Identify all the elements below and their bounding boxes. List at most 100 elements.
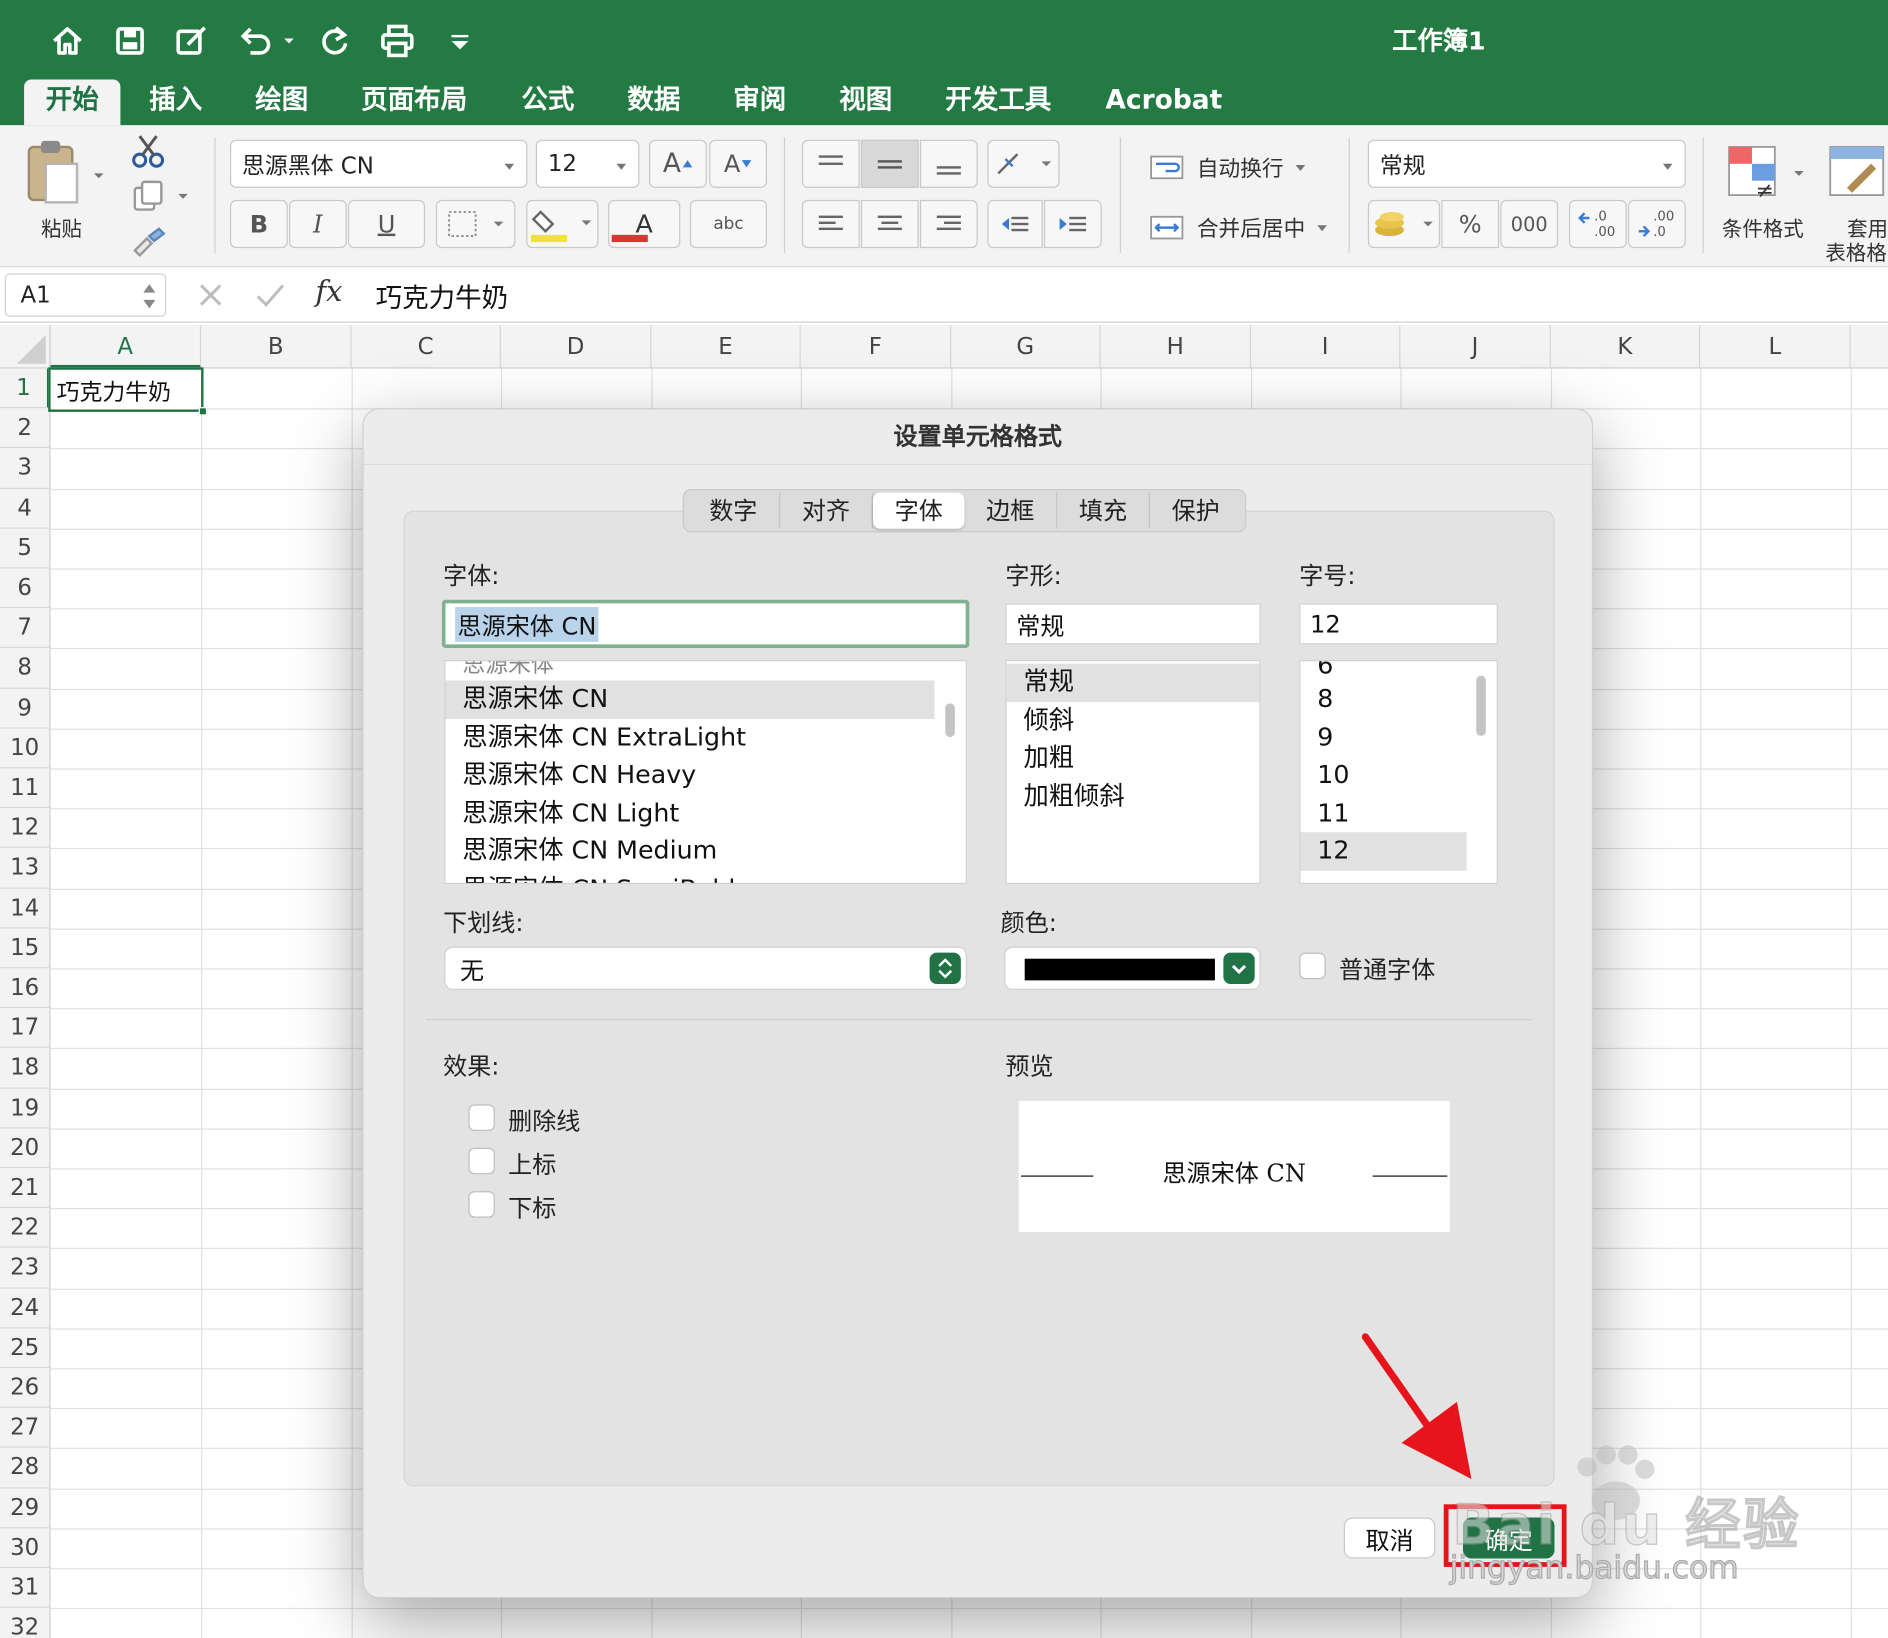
font-color-button[interactable]: A — [608, 199, 681, 249]
thousands-button[interactable]: 000 — [1500, 199, 1559, 249]
row-header-17[interactable]: 17 — [0, 1008, 51, 1049]
tab-review[interactable]: 审阅 — [733, 79, 786, 125]
list-item[interactable]: 思源宋体 — [446, 661, 966, 680]
row-header-31[interactable]: 31 — [0, 1568, 51, 1609]
subscript-checkbox[interactable] — [468, 1191, 495, 1218]
copy-icon[interactable] — [130, 178, 193, 214]
column-header-c[interactable]: C — [352, 325, 501, 369]
align-bottom-button[interactable] — [919, 139, 978, 188]
row-header-14[interactable]: 14 — [0, 888, 51, 929]
formula-content[interactable]: 巧克力牛奶 — [376, 277, 508, 316]
row-header-20[interactable]: 20 — [0, 1128, 51, 1169]
size-field[interactable]: 12 — [1299, 603, 1498, 645]
row-header-6[interactable]: 6 — [0, 568, 51, 609]
strikethrough-checkbox[interactable] — [468, 1104, 495, 1131]
column-header-f[interactable]: F — [801, 325, 952, 369]
font-size-box[interactable]: 12 — [535, 139, 640, 188]
decrease-decimal-button[interactable]: .00.0 — [1627, 199, 1686, 249]
row-header-7[interactable]: 7 — [0, 608, 51, 649]
tab-data[interactable]: 数据 — [627, 79, 680, 125]
align-middle-button[interactable] — [860, 139, 919, 188]
percent-button[interactable]: % — [1441, 199, 1500, 249]
cancel-button[interactable]: 取消 — [1343, 1517, 1436, 1559]
column-header-l[interactable]: L — [1700, 325, 1851, 369]
row-header-30[interactable]: 30 — [0, 1528, 51, 1569]
merge-center-button[interactable]: 合并后居中 — [1149, 212, 1330, 243]
conditional-format-icon[interactable]: ≠ — [1722, 142, 1806, 204]
tab-developer[interactable]: 开发工具 — [945, 79, 1051, 125]
tab-protection[interactable]: 保护 — [1150, 493, 1242, 529]
superscript-checkbox[interactable] — [468, 1147, 495, 1175]
decrease-font-button[interactable]: A — [709, 139, 768, 188]
tab-font[interactable]: 字体 — [872, 492, 965, 529]
column-header-g[interactable]: G — [951, 325, 1101, 369]
list-item[interactable]: 8 — [1300, 680, 1496, 718]
fill-color-button[interactable] — [526, 199, 599, 249]
font-list-scrollbar[interactable] — [945, 703, 955, 738]
cell-a1[interactable]: 巧克力牛奶 — [48, 367, 208, 416]
align-left-button[interactable] — [801, 199, 860, 249]
column-header-b[interactable]: B — [201, 325, 352, 369]
list-item[interactable]: 思源宋体 CN — [445, 680, 935, 719]
style-field[interactable]: 常规 — [1005, 603, 1261, 645]
row-header-11[interactable]: 11 — [0, 768, 51, 809]
tab-formulas[interactable]: 公式 — [521, 79, 574, 125]
customize-toolbar-icon[interactable] — [443, 17, 477, 65]
underline-button[interactable]: U — [347, 199, 426, 249]
list-item[interactable]: 加粗 — [1007, 740, 1260, 778]
row-header-10[interactable]: 10 — [0, 728, 51, 769]
font-list[interactable]: 思源宋体 思源宋体 CN 思源宋体 CN ExtraLight 思源宋体 CN … — [444, 660, 967, 885]
phonetic-button[interactable]: abc — [689, 199, 768, 249]
list-item[interactable]: 思源宋体 CN SemiBold — [446, 870, 966, 883]
list-item[interactable]: 常规 — [1006, 663, 1260, 702]
increase-decimal-button[interactable]: .0.00 — [1568, 199, 1627, 249]
increase-indent-button[interactable] — [1043, 199, 1102, 249]
row-header-18[interactable]: 18 — [0, 1048, 51, 1089]
tab-acrobat[interactable]: Acrobat — [1105, 79, 1222, 125]
row-header-32[interactable]: 32 — [0, 1608, 51, 1638]
row-header-13[interactable]: 13 — [0, 848, 51, 889]
number-format-box[interactable]: 常规 — [1367, 139, 1686, 188]
row-header-8[interactable]: 8 — [0, 648, 51, 689]
print-icon[interactable] — [376, 17, 419, 65]
align-center-button[interactable] — [860, 199, 919, 249]
list-item[interactable]: 11 — [1300, 794, 1496, 832]
row-header-9[interactable]: 9 — [0, 688, 51, 729]
underline-select[interactable]: 无 — [444, 946, 967, 991]
tab-fill[interactable]: 填充 — [1057, 492, 1150, 529]
row-header-23[interactable]: 23 — [0, 1248, 51, 1289]
size-list[interactable]: 6 8 9 10 11 12 — [1299, 660, 1498, 885]
row-header-24[interactable]: 24 — [0, 1288, 51, 1329]
borders-button[interactable] — [435, 199, 516, 249]
italic-button[interactable]: I — [288, 199, 347, 249]
list-item[interactable]: 12 — [1300, 832, 1467, 871]
row-header-29[interactable]: 29 — [0, 1488, 51, 1529]
row-header-21[interactable]: 21 — [0, 1168, 51, 1209]
column-header-h[interactable]: H — [1101, 325, 1252, 369]
stepper-icon[interactable] — [141, 279, 158, 318]
list-item[interactable]: 加粗倾斜 — [1007, 777, 1260, 815]
list-item[interactable]: 思源宋体 CN Medium — [446, 832, 966, 870]
redo-icon[interactable] — [313, 17, 356, 65]
wrap-text-button[interactable]: 自动换行 — [1149, 152, 1308, 183]
row-header-12[interactable]: 12 — [0, 808, 51, 849]
paste-icon[interactable] — [24, 137, 111, 209]
edit-icon[interactable] — [170, 17, 213, 65]
confirm-entry-icon[interactable] — [253, 279, 287, 315]
insert-function-button[interactable]: fx — [315, 275, 342, 309]
column-header-k[interactable]: K — [1551, 325, 1701, 369]
format-as-table-icon[interactable] — [1825, 142, 1888, 202]
list-item[interactable]: 6 — [1300, 661, 1496, 680]
decrease-indent-button[interactable] — [987, 199, 1043, 249]
size-list-scrollbar[interactable] — [1476, 675, 1486, 736]
list-item[interactable]: 倾斜 — [1007, 702, 1260, 740]
tab-insert[interactable]: 插入 — [149, 79, 202, 125]
row-header-15[interactable]: 15 — [0, 928, 51, 969]
color-select[interactable] — [1004, 946, 1261, 991]
row-header-3[interactable]: 3 — [0, 448, 51, 489]
row-header-2[interactable]: 2 — [0, 408, 51, 449]
cut-icon[interactable] — [130, 132, 169, 171]
undo-icon[interactable] — [234, 17, 297, 65]
orientation-button[interactable] — [987, 139, 1060, 188]
font-name-box[interactable]: 思源黑体 CN — [229, 139, 528, 188]
